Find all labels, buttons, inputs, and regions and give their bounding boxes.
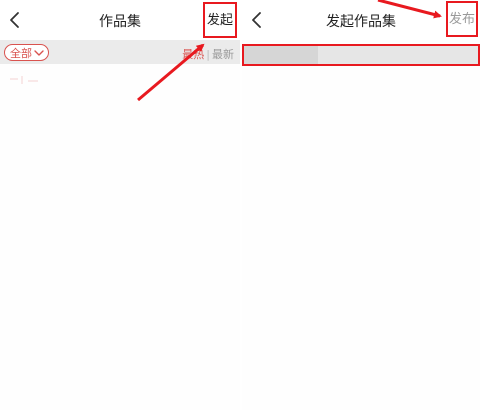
filter-bar: 全部 最热 | 最新 — [0, 40, 240, 64]
publish-label: 发布 — [448, 11, 475, 27]
create-portfolio-screen: 发起作品集 发布 — [242, 0, 480, 410]
chevron-down-icon — [34, 49, 44, 57]
category-filter-label: 全部 — [10, 46, 32, 60]
publish-button[interactable]: 发布 — [446, 1, 478, 37]
top-nav-bar: 发起作品集 发布 — [242, 0, 480, 40]
portfolio-screen: 作品集 发起 全部 最热 | 最新 — [0, 0, 240, 410]
cover-upload-area[interactable] — [242, 44, 480, 66]
cover-upload-segment — [244, 46, 318, 64]
sort-hot-tab[interactable]: 最热 — [182, 46, 204, 62]
sort-options: 最热 | 最新 — [182, 46, 234, 62]
sort-separator: | — [206, 47, 210, 61]
top-nav-bar: 作品集 发起 — [0, 0, 240, 40]
sort-new-tab[interactable]: 最新 — [212, 46, 234, 62]
start-label: 发起 — [206, 12, 233, 28]
category-filter-dropdown[interactable]: 全部 — [4, 44, 49, 61]
page-title: 发起作品集 — [326, 14, 396, 30]
faint-background-mark — [8, 72, 48, 86]
start-portfolio-button[interactable]: 发起 — [203, 2, 237, 38]
